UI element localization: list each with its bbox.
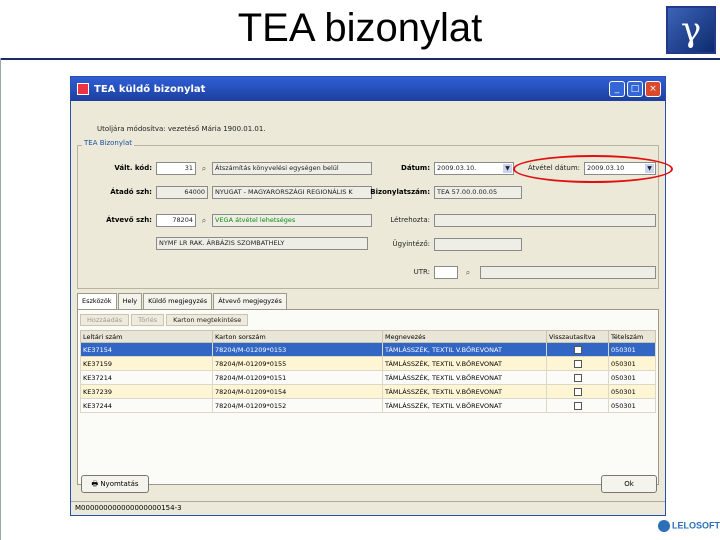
reject-checkbox[interactable] [573,345,582,354]
cell-leltari: KE37154 [80,342,213,357]
datum-label: Dátum: [401,164,430,172]
search-icon[interactable]: ⌕ [198,215,210,227]
table-row[interactable]: KE37239 78204/M-01209*0154 TÁMLÁSSZÉK, T… [80,384,656,399]
title-divider [0,58,720,60]
add-button[interactable]: Hozzáadás [80,314,130,326]
atado-szh-label: Átadó szh: [110,188,152,196]
grid-toolbar: Hozzáadás Törlés Karton megtekintése [80,314,249,326]
col-leltari[interactable]: Leltári szám [80,330,213,343]
cell-megnevezes: TÁMLÁSSZÉK, TEXTIL V.BŐREVONAT [382,370,547,385]
cell-megnevezes: TÁMLÁSSZÉK, TEXTIL V.BŐREVONAT [382,342,547,357]
atado-szh-field: 64000 [156,186,208,199]
table-row[interactable]: KE37214 78204/M-01209*0151 TÁMLÁSSZÉK, T… [80,370,656,385]
search-icon[interactable]: ⌕ [198,163,210,175]
tab-eszkozok[interactable]: Eszközök [77,293,117,310]
cell-tetelszam: 050301 [608,370,656,385]
cell-tetelszam: 050301 [608,342,656,357]
last-modified-line: Utoljára módosítva: vezetéső Mária 1900.… [97,125,266,133]
slide-title: TEA bizonylat [237,6,483,50]
app-icon [77,83,89,95]
print-button[interactable]: 🖶 Nyomtatás [81,475,149,493]
footer-logo: LELOSOFT [658,520,720,532]
cell-karton: 78204/M-01209*0155 [212,356,383,371]
cell-leltari: KE37214 [80,370,213,385]
brand-text: LELOSOFT [672,520,720,531]
valt-kod-desc: Átszámítás könyvelési egységen belül [212,162,372,175]
cell-karton: 78204/M-01209*0152 [212,398,383,413]
col-visszautasitva[interactable]: Visszautasítva [546,330,609,343]
print-label: Nyomtatás [100,480,139,488]
reject-checkbox[interactable] [573,401,582,410]
atvevo-szh-desc2: NYMF LR RAK. ÁRBÁZIS SZOMBATHELY [156,237,368,250]
cell-karton: 78204/M-01209*0151 [212,370,383,385]
letrehozta-field [434,214,656,227]
search-icon[interactable]: ⌕ [462,267,474,279]
cell-leltari: KE37239 [80,384,213,399]
reject-checkbox[interactable] [573,387,582,396]
table-row[interactable]: KE37244 78204/M-01209*0152 TÁMLÁSSZÉK, T… [80,398,656,413]
ugyintezo-field [434,238,522,251]
eszkozok-panel: Hozzáadás Törlés Karton megtekintése Lel… [77,309,659,485]
tab-atvevo-megjegyzes[interactable]: Átvevő megjegyzés [213,293,287,309]
chevron-down-icon[interactable]: ▼ [503,164,512,173]
table-row[interactable]: KE37159 78204/M-01209*0155 TÁMLÁSSZÉK, T… [80,356,656,371]
tab-hely[interactable]: Hely [117,293,143,309]
datum-value: 2009.03.10. [437,164,477,172]
table-row[interactable]: KE37154 78204/M-01209*0153 TÁMLÁSSZÉK, T… [80,342,656,357]
window-title: TEA küldő bizonylat [94,83,206,95]
utr-field[interactable] [434,266,458,279]
ok-button[interactable]: Ok [601,475,657,493]
datum-field[interactable]: 2009.03.10. ▼ [434,162,514,175]
utr-label: UTR: [413,268,430,276]
minimize-button[interactable]: _ [609,81,625,97]
cell-karton: 78204/M-01209*0154 [212,384,383,399]
cell-megnevezes: TÁMLÁSSZÉK, TEXTIL V.BŐREVONAT [382,398,547,413]
cell-tetelszam: 050301 [608,356,656,371]
atvevo-szh-desc: VEGA átvétel lehetséges [212,214,372,227]
atvevo-szh-field[interactable]: 78204 [156,214,196,227]
printer-icon: 🖶 [91,480,99,488]
cell-leltari: KE37159 [80,356,213,371]
assets-table: Leltári szám Karton sorszám Megnevezés V… [80,330,656,413]
close-button[interactable]: × [645,81,661,97]
cell-megnevezes: TÁMLÁSSZÉK, TEXTIL V.BŐREVONAT [382,356,547,371]
logo-icon: γ [666,6,716,54]
atado-szh-desc: NYUGAT - MAGYARORSZÁGI REGIONÁLIS K [212,186,372,199]
cell-karton: 78204/M-01209*0153 [212,342,383,357]
ugyintezo-label: Ügyintéző: [392,240,430,248]
left-divider [0,58,1,540]
bizonylatszam-field: TEA 57.00.0.00.05 [434,186,522,199]
cell-tetelszam: 050301 [608,384,656,399]
delete-button[interactable]: Törlés [131,314,165,326]
letrehozta-label: Létrehozta: [390,216,430,224]
bizonylatszam-label: Bizonylatszám: [370,188,430,196]
window-titlebar[interactable]: TEA küldő bizonylat [71,77,665,101]
card-view-button[interactable]: Karton megtekintése [166,314,249,326]
utr-desc [480,266,656,279]
reject-checkbox[interactable] [573,359,582,368]
valt-kod-label: Vált. kód: [114,164,152,172]
annotation-circle [513,155,673,183]
col-tetelszam[interactable]: Tételszám [608,330,656,343]
col-megnevezes[interactable]: Megnevezés [382,330,547,343]
cell-leltari: KE37244 [80,398,213,413]
tab-strip: Eszközök Hely Küldő megjegyzés Átvevő me… [77,293,288,310]
col-karton[interactable]: Karton sorszám [212,330,383,343]
atvevo-szh-label: Átvevő szh: [106,216,152,224]
maximize-button[interactable]: □ [627,81,643,97]
cell-megnevezes: TÁMLÁSSZÉK, TEXTIL V.BŐREVONAT [382,384,547,399]
status-bar: M000000000000000000154-3 [71,501,665,515]
valt-kod-field[interactable]: 31 [156,162,196,175]
tea-window: TEA küldő bizonylat _ □ × Utoljára módos… [70,76,673,516]
tab-kuldo-megjegyzes[interactable]: Küldő megjegyzés [143,293,213,309]
cell-tetelszam: 050301 [608,398,656,413]
reject-checkbox[interactable] [573,373,582,382]
fieldset-label: TEA Bizonylat [82,139,134,147]
brand-icon [658,520,670,532]
